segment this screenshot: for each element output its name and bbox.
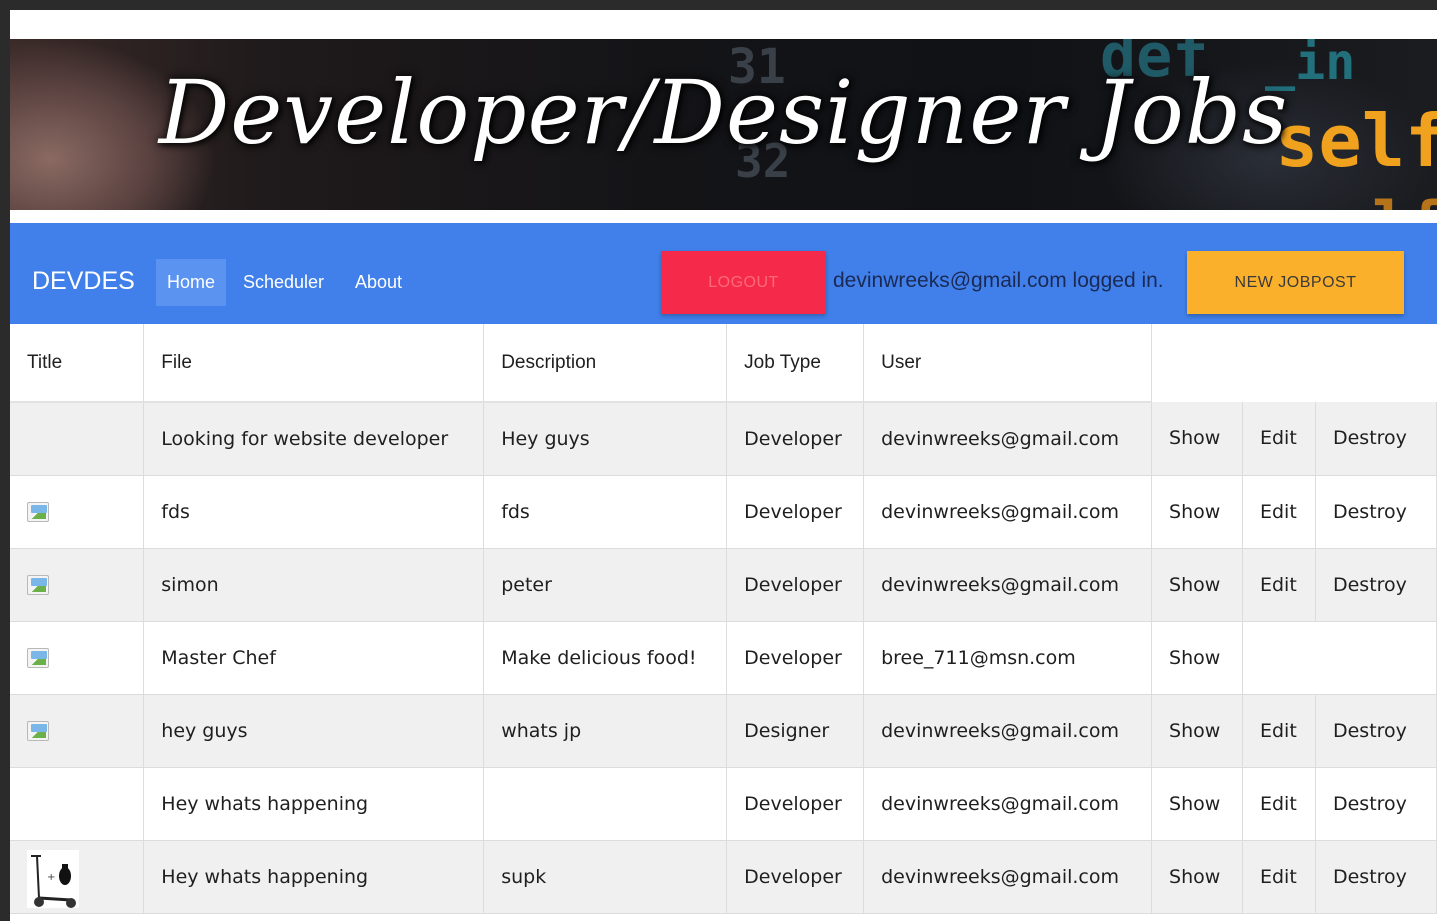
edit-link[interactable]: Edit (1260, 501, 1297, 523)
scooter-thumbnail: + (27, 849, 79, 908)
file-cell: Hey whats happening (143, 840, 485, 914)
title-cell (10, 402, 145, 476)
file-cell: simon (143, 548, 485, 622)
table-row: Master Chef Make delicious food! Develop… (10, 621, 1437, 695)
description-cell: whats jp (483, 694, 728, 768)
logout-button[interactable]: LOGOUT (661, 251, 826, 314)
column-header-title: Title (10, 324, 145, 403)
nav-link-scheduler[interactable]: Scheduler (232, 259, 335, 306)
show-link[interactable]: Show (1169, 647, 1220, 669)
user-cell: devinwreeks@gmail.com (863, 402, 1153, 476)
edit-link[interactable]: Edit (1260, 574, 1297, 596)
window-frame-left (0, 0, 10, 921)
description-cell: peter (483, 548, 728, 622)
table-header-row: Title File Description Job Type User (10, 324, 1437, 403)
table-row: Looking for website developer Hey guys D… (10, 402, 1437, 476)
user-cell: devinwreeks@gmail.com (863, 548, 1153, 622)
column-header-blank (1315, 324, 1437, 402)
jobs-table: Title File Description Job Type User Loo… (10, 324, 1437, 914)
table-row: simon peter Developer devinwreeks@gmail.… (10, 548, 1437, 622)
user-cell: devinwreeks@gmail.com (863, 694, 1153, 768)
title-cell (10, 621, 145, 695)
broken-image-icon (27, 502, 49, 522)
broken-image-icon (27, 648, 49, 668)
destroy-link[interactable]: Destroy (1333, 501, 1407, 523)
destroy-link[interactable]: Destroy (1333, 793, 1407, 815)
table-row: fds fds Developer devinwreeks@gmail.com … (10, 475, 1437, 549)
job-type-cell: Developer (726, 402, 865, 476)
user-cell: devinwreeks@gmail.com (863, 767, 1153, 841)
new-jobpost-button[interactable]: NEW JOBPOST (1187, 251, 1404, 314)
destroy-link[interactable]: Destroy (1333, 427, 1407, 449)
show-link[interactable]: Show (1169, 866, 1220, 888)
job-type-cell: Developer (726, 475, 865, 549)
window-frame-top (0, 0, 1437, 10)
show-link[interactable]: Show (1169, 574, 1220, 596)
description-cell: fds (483, 475, 728, 549)
show-link[interactable]: Show (1169, 793, 1220, 815)
show-link[interactable]: Show (1169, 720, 1220, 742)
file-cell: Looking for website developer (143, 402, 485, 476)
column-header-job-type: Job Type (726, 324, 865, 403)
nav-link-about[interactable]: About (344, 259, 413, 306)
edit-link[interactable]: Edit (1260, 793, 1297, 815)
empty-cell (1315, 621, 1437, 695)
job-type-cell: Designer (726, 694, 865, 768)
job-type-cell: Developer (726, 840, 865, 914)
title-cell (10, 475, 145, 549)
table-row: + Hey whats happening supk Developer dev… (10, 840, 1437, 914)
title-cell (10, 548, 145, 622)
destroy-link[interactable]: Destroy (1333, 866, 1407, 888)
edit-link[interactable]: Edit (1260, 866, 1297, 888)
file-cell: Hey whats happening (143, 767, 485, 841)
navbar: DEVDES Home Scheduler About LOGOUT devin… (10, 223, 1437, 324)
destroy-link[interactable]: Destroy (1333, 574, 1407, 596)
table-row: hey guys whats jp Designer devinwreeks@g… (10, 694, 1437, 768)
login-status-text: devinwreeks@gmail.com logged in. (833, 269, 1164, 292)
description-cell: supk (483, 840, 728, 914)
banner-title: Developer/Designer Jobs (158, 61, 1289, 164)
title-cell (10, 767, 145, 841)
user-cell: devinwreeks@gmail.com (863, 475, 1153, 549)
broken-image-icon (27, 575, 49, 595)
edit-link[interactable]: Edit (1260, 720, 1297, 742)
description-cell: Make delicious food! (483, 621, 728, 695)
destroy-link[interactable]: Destroy (1333, 720, 1407, 742)
file-cell: Master Chef (143, 621, 485, 695)
file-cell: hey guys (143, 694, 485, 768)
user-cell: devinwreeks@gmail.com (863, 840, 1153, 914)
title-cell: + (10, 840, 145, 914)
file-cell: fds (143, 475, 485, 549)
column-header-user: User (863, 324, 1153, 403)
column-header-blank (1242, 324, 1316, 402)
nav-link-home[interactable]: Home (156, 259, 227, 306)
description-cell (483, 767, 728, 841)
header-banner: 31 32 def _in self self Developer/Design… (10, 39, 1437, 210)
svg-text:+: + (47, 872, 55, 883)
job-type-cell: Developer (726, 548, 865, 622)
broken-image-icon (27, 721, 49, 741)
show-link[interactable]: Show (1169, 427, 1220, 449)
title-cell (10, 694, 145, 768)
column-header-file: File (143, 324, 485, 403)
table-row: Hey whats happening Developer devinwreek… (10, 767, 1437, 841)
user-cell: bree_711@msn.com (863, 621, 1153, 695)
brand-logo[interactable]: DEVDES (32, 267, 135, 296)
column-header-blank (1151, 324, 1243, 402)
job-type-cell: Developer (726, 767, 865, 841)
column-header-description: Description (483, 324, 728, 403)
page: 31 32 def _in self self Developer/Design… (10, 10, 1437, 921)
empty-cell (1242, 621, 1316, 695)
edit-link[interactable]: Edit (1260, 427, 1297, 449)
banner-code-text: self (1300, 189, 1437, 210)
job-type-cell: Developer (726, 621, 865, 695)
description-cell: Hey guys (483, 402, 728, 476)
show-link[interactable]: Show (1169, 501, 1220, 523)
